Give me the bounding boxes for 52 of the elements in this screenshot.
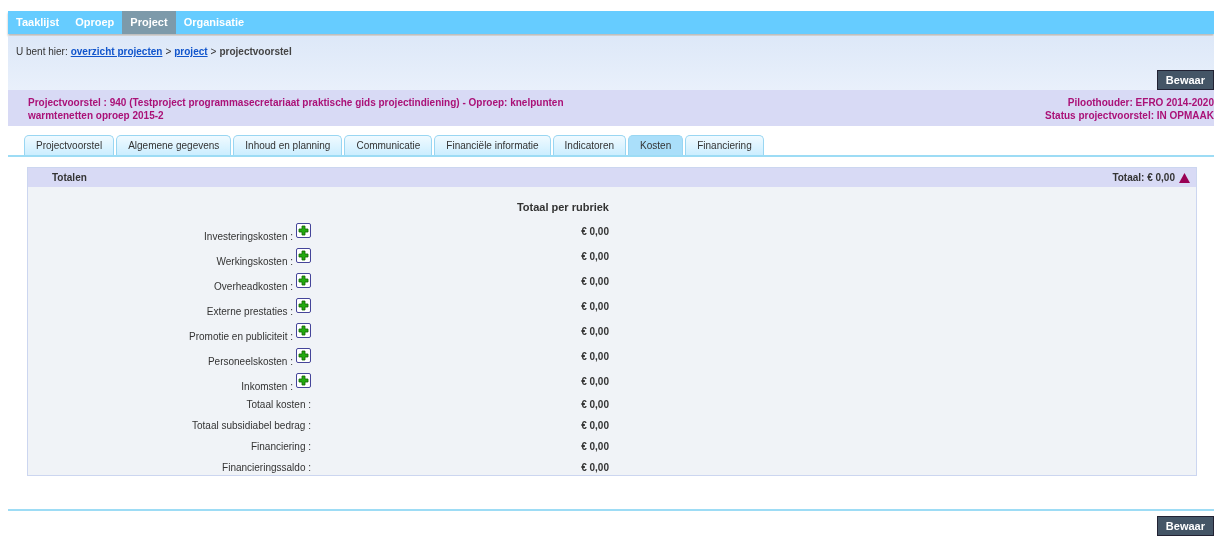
owner-text: Piloothouder: EFRO 2014-2020: [1066, 96, 1214, 109]
row-label: Totaal kosten :: [246, 397, 311, 412]
row-label: Overheadkosten :: [214, 280, 293, 294]
tab[interactable]: Financiële informatie: [434, 135, 551, 155]
amount: € 0,00: [580, 419, 609, 433]
tab[interactable]: Financiering: [685, 135, 764, 155]
column-heading: Totaal per rubriek: [515, 201, 609, 215]
tab[interactable]: Indicatoren: [552, 135, 627, 155]
breadcrumb-separator: >: [165, 46, 172, 57]
row-label: Investeringskosten :: [204, 230, 293, 244]
amount: € 0,00: [580, 375, 609, 389]
add-button[interactable]: [296, 298, 311, 313]
row-label: Financiering :: [250, 439, 311, 454]
tab[interactable]: Projectvoorstel: [24, 135, 115, 155]
collapse-triangle-icon[interactable]: [1179, 172, 1190, 183]
tab[interactable]: Communicatie: [344, 135, 433, 155]
amount: € 0,00: [580, 461, 609, 475]
row-label: Totaal subsidiabel bedrag :: [192, 418, 311, 433]
amount: € 0,00: [580, 225, 609, 239]
breadcrumb-link[interactable]: overzicht projecten: [70, 46, 163, 57]
amount: € 0,00: [580, 300, 609, 314]
add-button[interactable]: [296, 273, 311, 288]
save-button[interactable]: Bewaar: [1156, 516, 1214, 536]
breadcrumb-separator: >: [210, 46, 217, 57]
amount: € 0,00: [580, 325, 609, 339]
save-button[interactable]: Bewaar: [1156, 70, 1214, 90]
tab[interactable]: Inhoud en planning: [233, 135, 343, 155]
amount: € 0,00: [580, 398, 609, 412]
amount: € 0,00: [580, 250, 609, 264]
breadcrumb-label: U bent hier:: [16, 46, 68, 57]
tab[interactable]: Algemene gegevens: [116, 135, 232, 155]
add-button[interactable]: [296, 223, 311, 238]
row-label: Personeelskosten :: [207, 355, 293, 369]
add-button[interactable]: [296, 348, 311, 363]
row-label: Inkomsten :: [241, 380, 293, 394]
add-button[interactable]: [296, 373, 311, 388]
row-label: Financieringssaldo :: [222, 460, 311, 475]
breadcrumb-link[interactable]: project: [174, 46, 208, 57]
amount: € 0,00: [580, 275, 609, 289]
project-title: Projectvoorstel : 940 (Testproject programmasecretariaat praktische gids projectindiening) - Oproep: knelpunten warmtenetten oproep 2015-2: [28, 96, 565, 122]
amount: € 0,00: [580, 350, 609, 364]
status-text: Status projectvoorstel: IN OPMAAK: [1045, 109, 1214, 122]
amount: € 0,00: [580, 440, 609, 454]
add-button[interactable]: [296, 248, 311, 263]
breadcrumb-current: projectvoorstel: [219, 46, 292, 57]
total-amount: Totaal: € 0,00: [1112, 172, 1175, 183]
panel-title: Totalen: [52, 172, 87, 183]
add-button[interactable]: [296, 323, 311, 338]
row-label: Werkingskosten :: [216, 255, 293, 269]
row-label: Promotie en publiciteit :: [189, 330, 293, 344]
tab[interactable]: Kosten: [628, 135, 684, 155]
row-label: Externe prestaties :: [206, 305, 293, 319]
